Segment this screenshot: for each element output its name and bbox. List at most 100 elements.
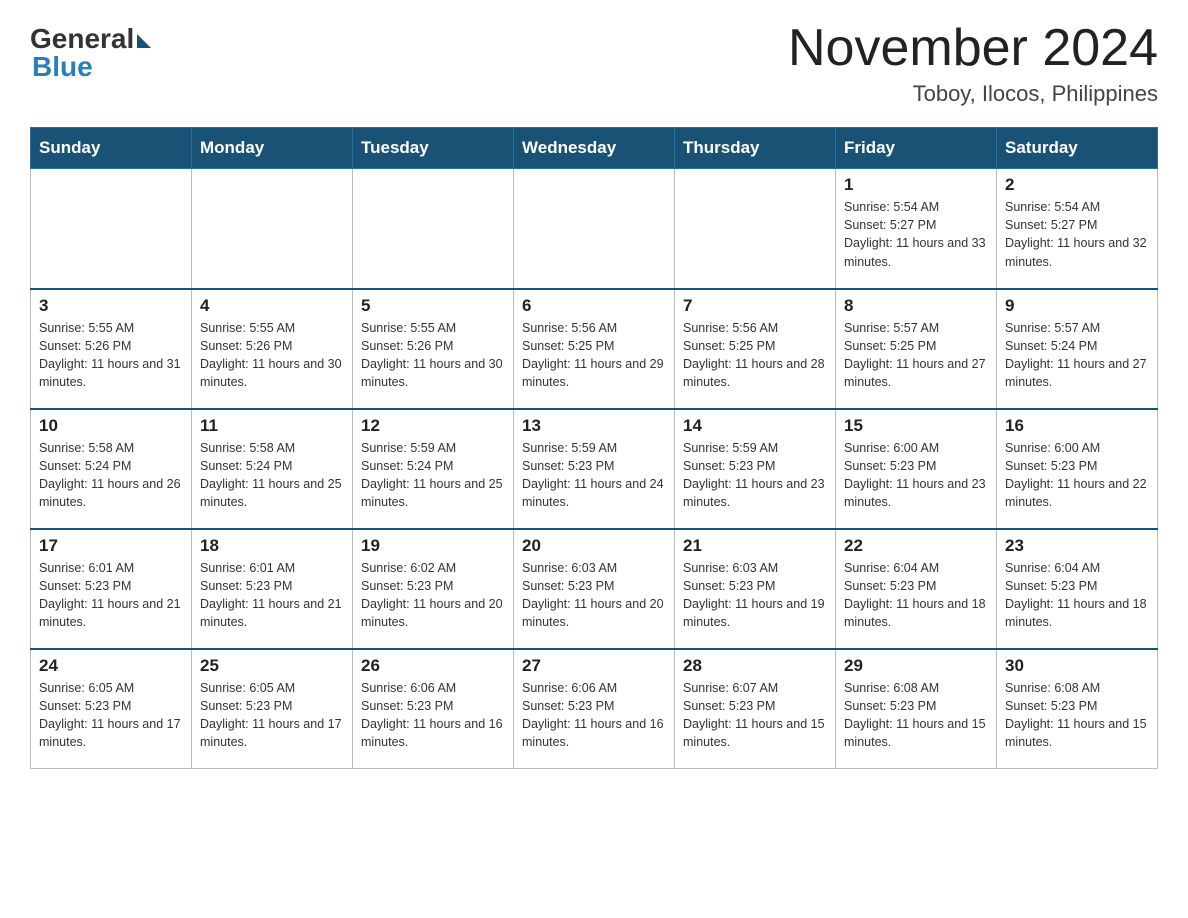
- day-info: Sunrise: 6:00 AM Sunset: 5:23 PM Dayligh…: [844, 439, 988, 512]
- day-number: 2: [1005, 175, 1149, 195]
- calendar-cell: 11Sunrise: 5:58 AM Sunset: 5:24 PM Dayli…: [192, 409, 353, 529]
- day-info: Sunrise: 5:54 AM Sunset: 5:27 PM Dayligh…: [1005, 198, 1149, 271]
- day-info: Sunrise: 5:59 AM Sunset: 5:23 PM Dayligh…: [522, 439, 666, 512]
- day-number: 11: [200, 416, 344, 436]
- day-number: 26: [361, 656, 505, 676]
- day-number: 17: [39, 536, 183, 556]
- calendar-week-row: 17 Sunrise: 6:01 AM Sunset: 5:23 PM Dayli…: [31, 529, 1158, 649]
- day-info: Sunrise: 6:03 AM Sunset: 5:23 PM Dayligh…: [683, 559, 827, 632]
- calendar-cell: [514, 169, 675, 289]
- calendar-cell: 22Sunrise: 6:04 AM Sunset: 5:23 PM Dayli…: [836, 529, 997, 649]
- calendar-cell: 10 Sunrise: 5:58 AM Sunset: 5:24 PM Dayli…: [31, 409, 192, 529]
- day-number: 1: [844, 175, 988, 195]
- calendar-cell: 6 Sunrise: 5:56 AM Sunset: 5:25 PM Daylig…: [514, 289, 675, 409]
- calendar-cell: 12Sunrise: 5:59 AM Sunset: 5:24 PM Dayli…: [353, 409, 514, 529]
- day-info: Sunrise: 6:00 AM Sunset: 5:23 PM Dayligh…: [1005, 439, 1149, 512]
- day-header-row: SundayMondayTuesdayWednesdayThursdayFrid…: [31, 128, 1158, 169]
- day-number: 28: [683, 656, 827, 676]
- calendar-cell: 23 Sunrise: 6:04 AM Sunset: 5:23 PM Dayli…: [997, 529, 1158, 649]
- day-header-sunday: Sunday: [31, 128, 192, 169]
- calendar-cell: 17Sunrise: 6:01 AM Sunset: 5:23 PM Dayli…: [31, 529, 192, 649]
- logo-blue-text: Blue: [32, 51, 93, 83]
- calendar-cell: 30Sunrise: 6:08 AM Sunset: 5:23 PM Dayli…: [997, 649, 1158, 769]
- day-number: 20: [522, 536, 666, 556]
- day-number: 29: [844, 656, 988, 676]
- day-header-wednesday: Wednesday: [514, 128, 675, 169]
- day-info: Sunrise: 6:02 AM Sunset: 5:23 PM Dayligh…: [361, 559, 505, 632]
- day-number: 24: [39, 656, 183, 676]
- day-info: Sunrise: 6:06 AM Sunset: 5:23 PM Dayligh…: [522, 679, 666, 752]
- calendar-week-row: 3 Sunrise: 5:55 AM Sunset: 5:26 PM Daylig…: [31, 289, 1158, 409]
- day-info: Sunrise: 6:05 AM Sunset: 5:23 PM Dayligh…: [200, 679, 344, 752]
- day-info: Sunrise: 5:56 AM Sunset: 5:25 PM Dayligh…: [683, 319, 827, 392]
- calendar-header: SundayMondayTuesdayWednesdayThursdayFrid…: [31, 128, 1158, 169]
- day-header-saturday: Saturday: [997, 128, 1158, 169]
- page-header: General Blue November 2024 Toboy, Ilocos…: [30, 20, 1158, 107]
- calendar-cell: 3 Sunrise: 5:55 AM Sunset: 5:26 PM Daylig…: [31, 289, 192, 409]
- day-number: 13: [522, 416, 666, 436]
- calendar-cell: [675, 169, 836, 289]
- calendar-cell: 20 Sunrise: 6:03 AM Sunset: 5:23 PM Dayli…: [514, 529, 675, 649]
- title-area: November 2024 Toboy, Ilocos, Philippines: [788, 20, 1158, 107]
- day-number: 10: [39, 416, 183, 436]
- day-number: 16: [1005, 416, 1149, 436]
- logo: General Blue: [30, 20, 151, 83]
- calendar-cell: 19 Sunrise: 6:02 AM Sunset: 5:23 PM Dayli…: [353, 529, 514, 649]
- day-info: Sunrise: 6:04 AM Sunset: 5:23 PM Dayligh…: [844, 559, 988, 632]
- calendar-cell: 16 Sunrise: 6:00 AM Sunset: 5:23 PM Dayli…: [997, 409, 1158, 529]
- day-header-tuesday: Tuesday: [353, 128, 514, 169]
- calendar-cell: 5 Sunrise: 5:55 AM Sunset: 5:26 PM Daylig…: [353, 289, 514, 409]
- calendar-cell: 14Sunrise: 5:59 AM Sunset: 5:23 PM Dayli…: [675, 409, 836, 529]
- logo-general-text: General: [30, 25, 151, 53]
- day-info: Sunrise: 5:54 AM Sunset: 5:27 PM Dayligh…: [844, 198, 988, 271]
- day-number: 25: [200, 656, 344, 676]
- day-number: 6: [522, 296, 666, 316]
- calendar-cell: 7 Sunrise: 5:56 AM Sunset: 5:25 PM Daylig…: [675, 289, 836, 409]
- month-title: November 2024: [788, 20, 1158, 77]
- calendar-cell: [353, 169, 514, 289]
- calendar-cell: 26 Sunrise: 6:06 AM Sunset: 5:23 PM Dayli…: [353, 649, 514, 769]
- day-info: Sunrise: 5:58 AM Sunset: 5:24 PM Dayligh…: [39, 439, 183, 512]
- calendar-cell: 8Sunrise: 5:57 AM Sunset: 5:25 PM Daylig…: [836, 289, 997, 409]
- day-header-monday: Monday: [192, 128, 353, 169]
- calendar-week-row: 24 Sunrise: 6:05 AM Sunset: 5:23 PM Dayli…: [31, 649, 1158, 769]
- day-number: 14: [683, 416, 827, 436]
- calendar-cell: 4Sunrise: 5:55 AM Sunset: 5:26 PM Daylig…: [192, 289, 353, 409]
- calendar-cell: 18 Sunrise: 6:01 AM Sunset: 5:23 PM Dayli…: [192, 529, 353, 649]
- day-info: Sunrise: 5:55 AM Sunset: 5:26 PM Dayligh…: [39, 319, 183, 392]
- day-number: 7: [683, 296, 827, 316]
- calendar-cell: [31, 169, 192, 289]
- day-info: Sunrise: 5:55 AM Sunset: 5:26 PM Dayligh…: [361, 319, 505, 392]
- day-number: 3: [39, 296, 183, 316]
- day-info: Sunrise: 6:06 AM Sunset: 5:23 PM Dayligh…: [361, 679, 505, 752]
- day-info: Sunrise: 6:04 AM Sunset: 5:23 PM Dayligh…: [1005, 559, 1149, 632]
- day-info: Sunrise: 6:01 AM Sunset: 5:23 PM Dayligh…: [200, 559, 344, 632]
- day-number: 12: [361, 416, 505, 436]
- calendar-cell: [192, 169, 353, 289]
- calendar-cell: 1 Sunrise: 5:54 AM Sunset: 5:27 PM Daylig…: [836, 169, 997, 289]
- day-number: 18: [200, 536, 344, 556]
- day-info: Sunrise: 5:56 AM Sunset: 5:25 PM Dayligh…: [522, 319, 666, 392]
- day-number: 19: [361, 536, 505, 556]
- day-info: Sunrise: 6:03 AM Sunset: 5:23 PM Dayligh…: [522, 559, 666, 632]
- calendar-cell: 21 Sunrise: 6:03 AM Sunset: 5:23 PM Dayli…: [675, 529, 836, 649]
- day-number: 9: [1005, 296, 1149, 316]
- day-number: 5: [361, 296, 505, 316]
- calendar-week-row: 10 Sunrise: 5:58 AM Sunset: 5:24 PM Dayli…: [31, 409, 1158, 529]
- day-header-friday: Friday: [836, 128, 997, 169]
- day-info: Sunrise: 5:57 AM Sunset: 5:25 PM Dayligh…: [844, 319, 988, 392]
- location-subtitle: Toboy, Ilocos, Philippines: [788, 81, 1158, 107]
- calendar-cell: 29 Sunrise: 6:08 AM Sunset: 5:23 PM Dayli…: [836, 649, 997, 769]
- day-number: 21: [683, 536, 827, 556]
- calendar-cell: 25 Sunrise: 6:05 AM Sunset: 5:23 PM Dayli…: [192, 649, 353, 769]
- calendar-body: 1 Sunrise: 5:54 AM Sunset: 5:27 PM Daylig…: [31, 169, 1158, 769]
- day-number: 15: [844, 416, 988, 436]
- calendar-cell: 9Sunrise: 5:57 AM Sunset: 5:24 PM Daylig…: [997, 289, 1158, 409]
- day-info: Sunrise: 6:05 AM Sunset: 5:23 PM Dayligh…: [39, 679, 183, 752]
- calendar-cell: 15 Sunrise: 6:00 AM Sunset: 5:23 PM Dayli…: [836, 409, 997, 529]
- calendar-cell: 24 Sunrise: 6:05 AM Sunset: 5:23 PM Dayli…: [31, 649, 192, 769]
- day-number: 23: [1005, 536, 1149, 556]
- day-header-thursday: Thursday: [675, 128, 836, 169]
- day-info: Sunrise: 6:08 AM Sunset: 5:23 PM Dayligh…: [844, 679, 988, 752]
- calendar-cell: 27Sunrise: 6:06 AM Sunset: 5:23 PM Dayli…: [514, 649, 675, 769]
